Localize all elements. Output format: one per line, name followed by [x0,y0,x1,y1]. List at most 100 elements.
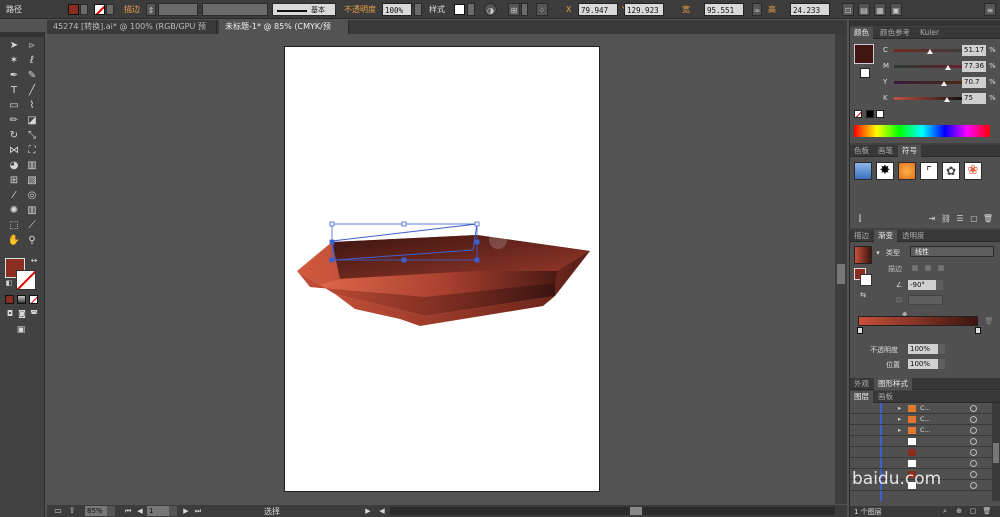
slider-thumb[interactable] [940,81,947,86]
graphic-style-swatch[interactable] [454,4,465,15]
gradient-angle-field[interactable]: -90° [908,280,936,290]
target-icon[interactable] [970,482,977,489]
fill-swatch[interactable] [68,4,79,15]
handle-top-right[interactable] [474,221,480,227]
stroke-along-icon[interactable]: ▦ [923,263,933,273]
delete-layer-icon[interactable]: 🗑 [982,506,992,517]
stroke-weight-stepper[interactable]: ⇕ [146,3,156,16]
black-swatch[interactable] [866,110,874,118]
selection-tool-icon[interactable]: ➤ [7,39,21,53]
new-sublayer-icon[interactable]: ⊕ [954,506,964,517]
blend-tool-icon[interactable]: ◎ [25,189,39,203]
width-tool-icon[interactable]: ⋈ [7,144,21,158]
layer-row[interactable] [850,436,1000,447]
slider-cyan[interactable]: C 51.17 % [850,44,1000,58]
variable-width-profile[interactable] [202,3,268,16]
handle-top-left[interactable] [329,221,335,227]
slider-value[interactable]: 70.7 [962,77,986,88]
layer-row[interactable] [850,458,1000,469]
live-paint-tool-icon[interactable]: ▥ [25,159,39,173]
symbol-ink-splat-icon[interactable]: ✸ [876,162,894,180]
rotate-tool-icon[interactable]: ↻ [7,129,21,143]
stroke-across-icon[interactable]: ▦ [936,263,946,273]
column-graph-tool-icon[interactable]: ▥ [25,204,39,218]
handle-top-middle[interactable] [401,221,407,227]
handle-bottom-left[interactable] [329,257,335,263]
slider-magenta[interactable]: M 77.36 % [850,60,1000,74]
target-icon[interactable] [970,416,977,423]
tab-transparency[interactable]: 透明度 [898,230,929,242]
handle-middle-left[interactable] [329,239,335,245]
slider-value[interactable]: 77.36 [962,61,986,72]
tab-gradient[interactable]: 渐变 [874,230,897,242]
eraser-tool-icon[interactable]: ◪ [25,114,39,128]
eyedropper-tool-icon[interactable]: ⁄ [7,189,21,203]
pencil-tool-icon[interactable]: ✏ [7,114,21,128]
slider-value[interactable]: 51.17 [962,45,986,56]
target-icon[interactable] [970,460,977,467]
slider-thumb[interactable] [926,49,933,54]
gradient-stop-end[interactable] [975,327,981,334]
stroke-swatch[interactable] [94,4,105,15]
stop-opacity-dropdown[interactable] [938,344,945,354]
artboard-tool-icon[interactable]: ⬚ [7,219,21,233]
share-icon[interactable]: ⇪ [67,505,77,517]
tab-symbols[interactable]: 符号 [898,145,921,157]
slider-value[interactable]: 75 [962,93,986,104]
zoom-tool-icon[interactable]: ⚲ [25,234,39,248]
isolate-icon[interactable]: ▤ [858,3,870,16]
layers-scroll-thumb[interactable] [993,443,999,463]
shape-builder-tool-icon[interactable]: ◕ [7,159,21,173]
symbol-orange-sphere[interactable] [898,162,916,180]
reference-point-icon[interactable]: ⁘ [536,3,548,16]
paintbrush-tool-icon[interactable]: ⌇ [25,99,39,113]
gradient-mode-icon[interactable] [17,295,26,304]
free-transform-tool-icon[interactable]: ⛶ [25,144,39,158]
graphic-style-dropdown[interactable] [467,3,475,16]
envelope-icon[interactable]: ▦ [874,3,886,16]
x-field[interactable]: 79.947 [578,3,618,16]
delete-symbol-icon[interactable]: 🗑 [982,213,994,225]
layers-scrollbar[interactable] [992,403,1000,501]
target-icon[interactable] [970,471,977,478]
draw-inside-icon[interactable]: ◚ [28,309,40,319]
gradient-type-select[interactable]: 线性 [910,246,994,257]
swap-fill-stroke-icon[interactable]: ↔ [29,256,39,266]
tab-kuler[interactable]: Kuler [916,27,943,39]
vertical-scroll-thumb[interactable] [837,264,845,284]
stop-position-field[interactable]: 100% [908,359,938,369]
brush-definition[interactable]: 基本 [272,3,336,16]
dock-grip[interactable] [850,20,1000,26]
layer-row[interactable]: ▸ C... [850,414,1000,425]
status-menu-arrow-icon[interactable]: ▶ [363,505,373,517]
new-layer-icon[interactable]: ▢ [968,506,978,517]
draw-behind-icon[interactable]: ◙ [16,309,28,319]
symbol-sprayer-tool-icon[interactable]: ✺ [7,204,21,218]
handle-middle-right[interactable] [474,239,480,245]
handle-bottom-right[interactable] [474,257,480,263]
tab-document-1[interactable]: 45274 [转换].ai* @ 100% (RGB/GPU 预览)× [47,20,217,45]
opacity-label[interactable]: 不透明度 [344,3,376,16]
constrain-proportions-icon[interactable]: ∞ [752,3,762,16]
stop-opacity-field[interactable]: 100% [908,344,938,354]
slice-tool-icon[interactable]: ⟋ [25,219,39,233]
zoom-field[interactable]: 85% [85,506,107,516]
none-swatch[interactable] [854,110,862,118]
gradient-tool-icon[interactable]: ▧ [25,174,39,188]
place-symbol-icon[interactable]: ⇥ [926,213,938,225]
align-icon[interactable]: ⊞ [508,3,520,16]
gradient-preset-dropdown-icon[interactable]: ▾ [874,248,882,258]
tab-color-guide[interactable]: 颜色参考 [876,27,914,39]
zoom-dropdown[interactable] [107,506,115,516]
scale-tool-icon[interactable]: ⤡ [25,129,39,143]
transform-icon[interactable]: ⊡ [842,3,854,16]
symbol-frame-icon[interactable]: ⌜ [920,162,938,180]
tab-layers[interactable]: 图层 [850,391,873,403]
canvas-area[interactable] [47,34,842,504]
none-mode-icon[interactable] [29,295,38,304]
rectangle-tool-icon[interactable]: ▭ [7,99,21,113]
symbol-flower-icon[interactable]: ❀ [964,162,982,180]
opacity-field[interactable]: 100% [382,3,412,16]
last-artboard-icon[interactable]: ⏭ [193,505,203,517]
layer-row[interactable]: ▸ C... [850,425,1000,436]
